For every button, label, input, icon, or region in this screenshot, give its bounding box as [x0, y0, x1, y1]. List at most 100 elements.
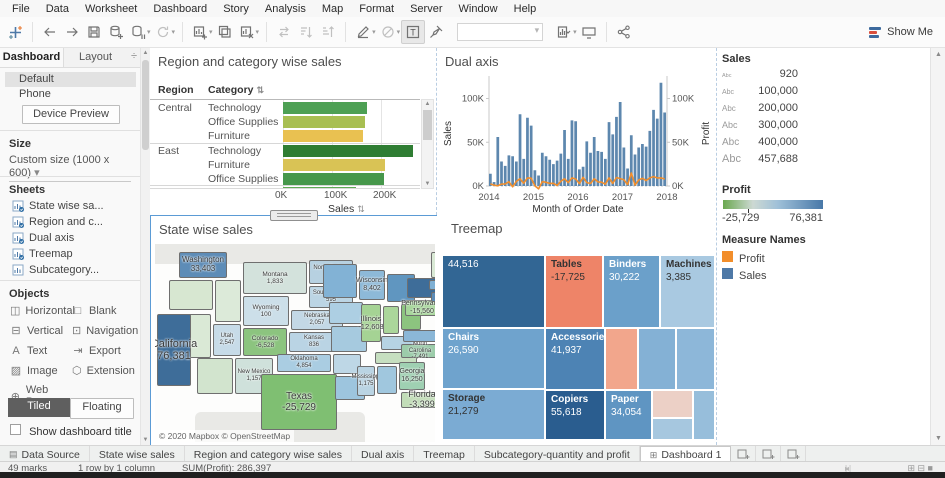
sheet-state-map[interactable]: State wise sales Mexico Washington33,403…	[151, 216, 436, 444]
device-default[interactable]: Default	[5, 72, 136, 87]
size-legend-item[interactable]: Abc 300,000	[722, 119, 798, 131]
fix-axes-icon[interactable]	[425, 21, 447, 43]
sort-icon[interactable]: ⇅	[357, 204, 365, 214]
object-image[interactable]: ▨ Image	[10, 364, 72, 377]
state-california[interactable]: California76,381	[157, 314, 191, 386]
dropdown-arrow-icon[interactable]: ▾	[256, 28, 260, 36]
show-title-checkbox[interactable]	[10, 424, 21, 435]
sheet-treemap[interactable]: Treemap 44,516Tables-17,725Binders30,222…	[437, 215, 717, 445]
sales-bar[interactable]	[511, 156, 514, 186]
size-legend-item[interactable]: Abc 100,000	[722, 85, 798, 97]
new-worksheet-icon[interactable]	[189, 21, 211, 43]
menu-worksheet[interactable]: Worksheet	[77, 2, 145, 16]
sales-bar[interactable]	[660, 83, 663, 186]
state-pennsylvania[interactable]: Pennsylvania-15,560	[405, 300, 435, 316]
clear-sheet-icon[interactable]	[236, 21, 258, 43]
new-data-source-icon[interactable]	[105, 21, 127, 43]
pane-options-icon[interactable]: ÷	[127, 48, 141, 67]
menu-help[interactable]: Help	[506, 2, 545, 16]
object-export[interactable]: ⇥ Export	[72, 344, 134, 357]
new-dashboard-button[interactable]	[756, 446, 781, 462]
tableau-logo-icon[interactable]	[4, 21, 26, 43]
size-dropdown[interactable]: Custom size (1000 x 600) ▾	[9, 154, 131, 182]
sales-bar[interactable]	[283, 159, 385, 171]
state-mississippi[interactable]: Mississippi1,175	[357, 366, 375, 396]
state-oregon[interactable]	[169, 280, 213, 310]
state-wisconsin[interactable]: Wisconsin8,402	[359, 270, 385, 300]
treemap-tile[interactable]	[652, 418, 693, 440]
sales-bar[interactable]	[619, 102, 622, 186]
sidebar-scrollbar[interactable]: ▲ ▼	[140, 48, 150, 445]
menu-analysis[interactable]: Analysis	[257, 2, 314, 16]
zone-drag-handle[interactable]	[270, 210, 318, 221]
sheet-item-subcategory-[interactable]: Subcategory...	[12, 264, 99, 276]
treemap-tile-chairs[interactable]: Chairs26,590	[442, 328, 545, 389]
state-indiana[interactable]	[383, 306, 399, 334]
sales-bar[interactable]	[537, 176, 540, 187]
sales-bar[interactable]	[608, 122, 611, 186]
treemap-tile-tables[interactable]: Tables-17,725	[545, 255, 603, 328]
sheet-tab-treemap[interactable]: Treemap	[414, 446, 475, 462]
dropdown-arrow-icon[interactable]: ▾	[147, 28, 151, 36]
state-illinois[interactable]: Illinois-12,608	[361, 304, 381, 342]
forward-arrow-icon[interactable]	[61, 21, 83, 43]
sheet-tab-data-source[interactable]: ▤Data Source	[0, 446, 90, 462]
tiled-button[interactable]: Tiled	[8, 398, 70, 417]
sales-bar[interactable]	[548, 160, 551, 186]
sheet-item-state-wise-sa-[interactable]: State wise sa...	[12, 200, 104, 212]
scroll-up-icon[interactable]: ▲	[141, 50, 150, 56]
region-column-header[interactable]: Region	[158, 84, 194, 96]
state-arizona[interactable]	[197, 358, 233, 394]
dropdown-arrow-icon[interactable]: ▾	[397, 28, 401, 36]
run-auto-updates-icon[interactable]	[152, 21, 174, 43]
sheet-item-region-and-c-[interactable]: Region and c...	[12, 216, 103, 228]
sort-ascending-icon[interactable]	[295, 21, 317, 43]
scroll-down-icon[interactable]: ▼	[141, 437, 150, 443]
state-florida[interactable]: Florida-3,399	[401, 392, 435, 408]
save-icon[interactable]	[83, 21, 105, 43]
sales-bar[interactable]	[283, 187, 356, 189]
device-phone[interactable]: Phone	[5, 87, 136, 102]
sales-bar[interactable]	[283, 102, 367, 114]
object-navigation[interactable]: ⊡ Navigation	[72, 324, 134, 337]
sales-bar[interactable]	[530, 126, 533, 186]
profit-color-ramp[interactable]	[723, 200, 823, 209]
sheet-dual-axis[interactable]: Dual axis 0K0K50K50K100K100K201420152016…	[437, 48, 717, 215]
sales-bar[interactable]	[496, 137, 499, 186]
sheet-tab-dashboard-1[interactable]: ⊞Dashboard 1	[640, 446, 732, 462]
measure-legend-profit[interactable]: Profit	[722, 251, 765, 265]
state-texas[interactable]: Texas-25,729	[261, 374, 337, 430]
sales-bar[interactable]	[574, 121, 577, 186]
menu-dashboard[interactable]: Dashboard	[145, 2, 215, 16]
sales-bar[interactable]	[283, 130, 363, 142]
sheet-region-category[interactable]: Region and category wise sales RegionCat…	[150, 48, 437, 215]
highlight-icon[interactable]	[352, 21, 374, 43]
treemap-tile-copiers[interactable]: Copiers55,618	[545, 390, 605, 440]
main-scrollbar[interactable]: ▲ ▼	[930, 48, 945, 445]
state-idaho[interactable]	[215, 280, 241, 322]
treemap-tile[interactable]	[676, 328, 715, 390]
new-story-button[interactable]	[781, 446, 806, 462]
sales-bar[interactable]	[563, 130, 566, 186]
menu-window[interactable]: Window	[451, 2, 506, 16]
map-canvas[interactable]: Mexico Washington33,403Montana1,833North…	[155, 244, 435, 442]
state-north-carolina[interactable]: North Carolina-7,491	[401, 344, 435, 358]
new-worksheet-button[interactable]	[731, 446, 756, 462]
treemap-tile[interactable]	[693, 390, 715, 440]
treemap-tile[interactable]: 44,516	[442, 255, 545, 328]
sales-bar[interactable]	[571, 120, 574, 186]
state-virginia[interactable]	[403, 330, 435, 342]
device-preview-button[interactable]: Device Preview	[22, 105, 120, 124]
sales-bar[interactable]	[615, 117, 618, 186]
sheet-tab-region-and-category-wise-sales[interactable]: Region and category wise sales	[185, 446, 352, 462]
state-montana[interactable]: Montana1,833	[243, 262, 307, 294]
state-minnesota[interactable]	[323, 264, 357, 298]
dropdown-arrow-icon[interactable]: ▾	[172, 28, 176, 36]
swap-rows-columns-icon[interactable]	[273, 21, 295, 43]
sheet-tab-dual-axis[interactable]: Dual axis	[352, 446, 414, 462]
floating-button[interactable]: Floating	[70, 398, 134, 419]
sheet-item-dual-axis[interactable]: Dual axis	[12, 232, 74, 244]
object-extension[interactable]: ⬡ Extension	[72, 364, 134, 377]
sales-bar[interactable]	[500, 162, 503, 187]
menu-map[interactable]: Map	[314, 2, 351, 16]
